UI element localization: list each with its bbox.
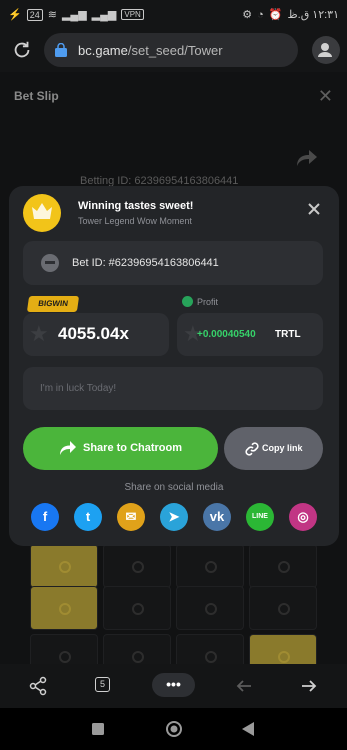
tower-tile[interactable] (249, 586, 317, 630)
url-host: bc.game (78, 42, 128, 58)
share-label: Share to Chatroom (83, 442, 183, 454)
link-icon (245, 442, 259, 456)
line-icon[interactable]: LINE (246, 503, 274, 531)
tower-tile[interactable] (249, 544, 317, 588)
multiplier-card: ★ 4055.04x (23, 313, 169, 356)
url-path: /set_seed/Tower (127, 42, 223, 58)
site-lock-icon (55, 43, 67, 57)
copy-label: Copy link (262, 443, 303, 453)
gorilla-icon (41, 254, 59, 272)
profit-label-row: Profit (182, 296, 218, 307)
more-menu-button[interactable]: ••• (152, 673, 195, 697)
home-icon[interactable] (165, 720, 183, 738)
tower-tile[interactable] (30, 634, 98, 664)
bolt-icon: ⚡ (8, 9, 22, 21)
message-input[interactable]: I'm in luck Today! (23, 367, 323, 410)
wifi-icon: ≋ (47, 9, 57, 21)
profit-card: ★ +0.00040540 TRTL (177, 313, 323, 356)
star-icon: ★ (29, 321, 49, 346)
share-icon (60, 441, 76, 455)
system-nav-bar (0, 708, 347, 750)
tower-tile[interactable] (249, 634, 317, 664)
profit-label: Profit (197, 296, 219, 307)
signal2-icon: ▂▄▆ (91, 9, 117, 21)
social-label: Share on social media (124, 482, 224, 493)
tower-tile[interactable] (176, 586, 244, 630)
tower-tile[interactable] (103, 586, 171, 630)
app-icon: ⚙ (242, 9, 253, 21)
profit-value: +0.00040540 (197, 329, 256, 340)
share-to-chatroom-button[interactable]: Share to Chatroom (23, 427, 218, 470)
bet-id: Bet ID: #62396954163806441 (72, 257, 219, 269)
facebook-icon[interactable]: f (31, 503, 59, 531)
profit-currency: TRTL (275, 329, 301, 340)
timer-icon: ◔ (257, 8, 264, 21)
vk-icon[interactable]: vk (203, 503, 231, 531)
email-icon[interactable]: ✉ (117, 503, 145, 531)
twitter-icon[interactable]: t (74, 503, 102, 531)
telegram-icon[interactable]: ➤ (160, 503, 188, 531)
trophy-icon (23, 194, 61, 232)
share-nodes-icon[interactable] (28, 676, 48, 696)
back-arrow-icon[interactable] (234, 676, 254, 696)
tower-tile[interactable] (30, 544, 98, 588)
status-time: ١٢:٣١ ق.ظ (287, 9, 339, 21)
url-bar[interactable]: bc.game/set_seed/Tower (44, 33, 298, 67)
modal-subtitle: Tower Legend Wow Moment (78, 216, 192, 226)
win-share-modal: Winning tastes sweet! Tower Legend Wow M… (9, 186, 339, 546)
recent-apps-icon[interactable] (92, 723, 104, 735)
coin-icon (182, 296, 193, 307)
tower-tile[interactable] (176, 634, 244, 664)
reload-icon[interactable] (11, 39, 33, 61)
share-icon[interactable] (297, 150, 317, 166)
alarm-icon: ⏰ (268, 9, 283, 21)
bet-id-card: Bet ID: #62396954163806441 (23, 241, 323, 285)
battery-indicator: 24 (26, 8, 43, 21)
tower-tile[interactable] (176, 544, 244, 588)
profile-icon[interactable] (312, 36, 340, 64)
signal-icon: ▂▄▆ (61, 9, 87, 21)
instagram-icon[interactable]: ◎ (289, 503, 317, 531)
back-triangle-icon[interactable] (242, 722, 254, 736)
modal-title: Winning tastes sweet! (78, 200, 194, 212)
close-icon[interactable]: ✕ (318, 86, 333, 107)
multiplier-value: 4055.04x (58, 324, 129, 343)
status-bar: ⚡ 24 ≋ ▂▄▆ ▂▄▆ VPN ⚙ ◔ ⏰ ١٢:٣١ ق.ظ (0, 0, 347, 30)
browser-bar: bc.game/set_seed/Tower (0, 30, 347, 72)
message-placeholder: I'm in luck Today! (40, 383, 117, 394)
close-icon[interactable] (305, 200, 323, 218)
tower-tile[interactable] (103, 634, 171, 664)
tower-tile[interactable] (30, 586, 98, 630)
forward-arrow-icon[interactable] (299, 676, 319, 696)
tower-tile[interactable] (103, 544, 171, 588)
bigwin-badge: BIGWIN (26, 296, 80, 312)
copy-link-button[interactable]: Copy link (224, 427, 323, 470)
tab-count-button[interactable]: 5 (95, 677, 110, 692)
bet-slip-title: Bet Slip (14, 89, 59, 103)
vpn-badge: VPN (121, 9, 144, 20)
